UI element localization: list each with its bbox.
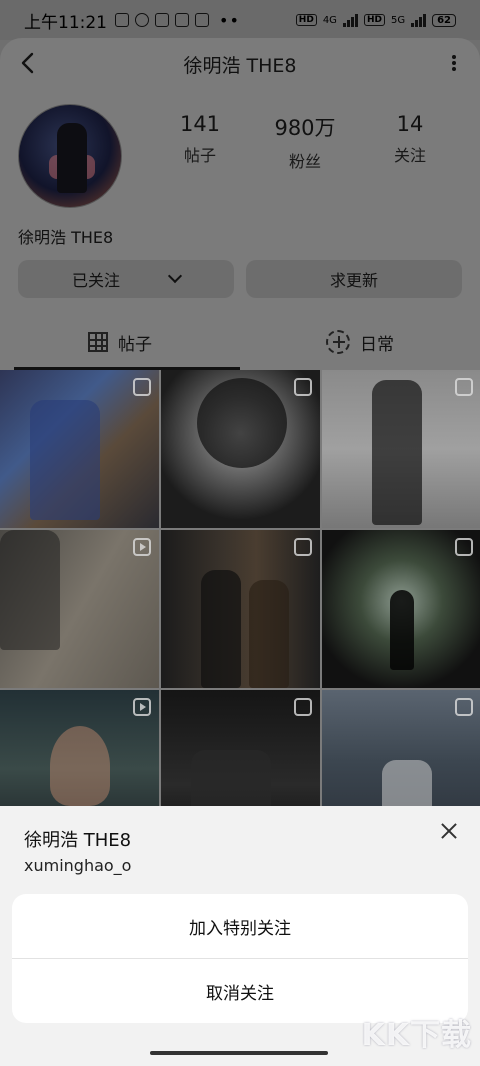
grid-clip bbox=[0, 38, 480, 806]
notification-icon bbox=[175, 13, 189, 27]
grid-post[interactable] bbox=[322, 530, 480, 688]
carousel-icon bbox=[455, 698, 473, 716]
sheet-username: xuminghao_o bbox=[24, 856, 132, 875]
carousel-icon bbox=[455, 378, 473, 396]
sheet-display-name: 徐明浩 THE8 bbox=[24, 830, 132, 851]
status-bar: 上午11:21 •• HD 4G HD 5G 62 bbox=[0, 0, 480, 40]
status-time: 上午11:21 bbox=[24, 12, 107, 33]
grid-post[interactable] bbox=[322, 370, 480, 528]
grid-post[interactable] bbox=[0, 370, 159, 528]
sheet-options: 加入特别关注 取消关注 bbox=[12, 894, 468, 1023]
posts-grid bbox=[0, 370, 480, 806]
carousel-icon bbox=[133, 378, 151, 396]
grid-post[interactable] bbox=[161, 370, 320, 528]
notification-icon bbox=[155, 13, 169, 27]
network-type: 5G bbox=[390, 14, 406, 26]
mute-icon bbox=[115, 13, 129, 27]
grid-post[interactable] bbox=[161, 530, 320, 688]
battery-icon: 62 bbox=[432, 13, 456, 27]
close-icon[interactable] bbox=[438, 820, 460, 842]
reel-icon bbox=[133, 698, 151, 716]
signal-icon bbox=[342, 13, 358, 27]
carousel-icon bbox=[294, 378, 312, 396]
network-type: 4G bbox=[322, 14, 337, 26]
alarm-icon bbox=[135, 13, 149, 27]
carousel-icon bbox=[294, 538, 312, 556]
reel-icon bbox=[133, 538, 151, 556]
hd-icon: HD bbox=[363, 14, 385, 26]
signal-icon bbox=[411, 13, 427, 27]
carousel-icon bbox=[294, 698, 312, 716]
grid-post[interactable] bbox=[0, 690, 159, 806]
grid-post[interactable] bbox=[0, 530, 159, 688]
grid-post[interactable] bbox=[161, 690, 320, 806]
watermark: KK下载 bbox=[361, 1018, 472, 1053]
add-special-follow-option[interactable]: 加入特别关注 bbox=[12, 894, 468, 958]
notification-icon bbox=[195, 13, 209, 27]
hd-icon: HD bbox=[295, 14, 317, 26]
grid-post[interactable] bbox=[322, 690, 480, 806]
home-indicator[interactable] bbox=[150, 1051, 328, 1055]
more-notifications-icon: •• bbox=[219, 10, 240, 30]
carousel-icon bbox=[455, 538, 473, 556]
